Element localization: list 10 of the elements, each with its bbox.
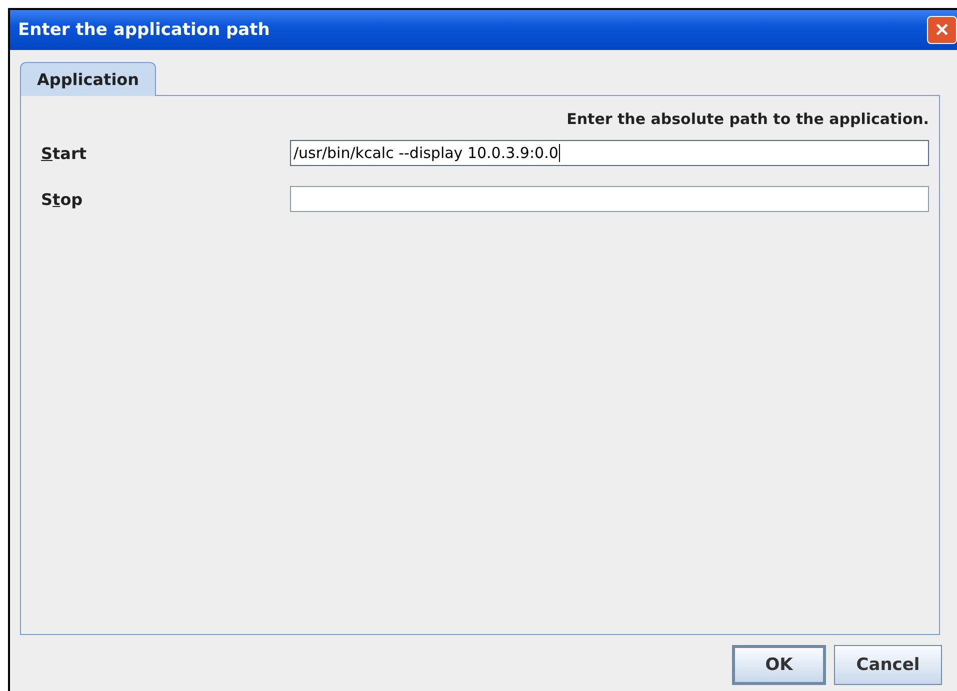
- cancel-button[interactable]: Cancel: [834, 645, 942, 685]
- path-field[interactable]: /usr/bin/kcalc --display 10.0.3.9:0.0: [290, 140, 929, 166]
- field-label: Stop: [41, 190, 84, 208]
- ok-button[interactable]: OK: [732, 645, 826, 685]
- window-title: Enter the application path: [18, 20, 270, 40]
- path-field[interactable]: [290, 186, 929, 212]
- close-button[interactable]: ✕: [927, 16, 957, 44]
- tab[interactable]: Application: [20, 62, 156, 96]
- instruction-text: Enter the absolute path to the application.: [566, 110, 929, 128]
- field-label: Start: [41, 144, 88, 162]
